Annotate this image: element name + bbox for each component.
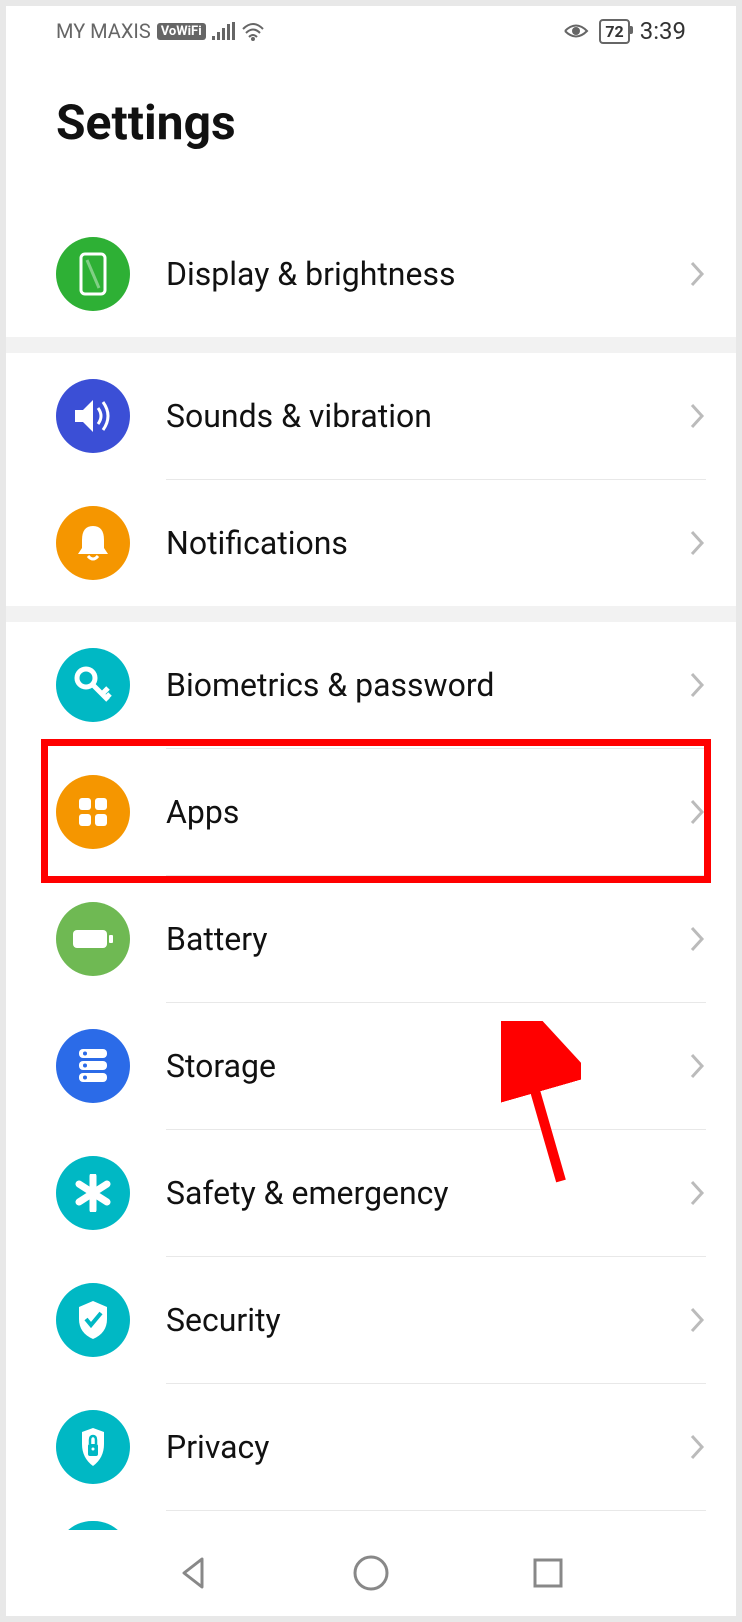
settings-item-label: Security [166,1301,688,1339]
chevron-right-icon [688,797,706,827]
shield-icon [56,1283,130,1357]
chevron-right-icon [688,1305,706,1335]
settings-item-label: Biometrics & password [166,666,688,704]
chevron-right-icon [688,924,706,954]
settings-group: Sounds & vibration Notifications [6,353,736,606]
chevron-right-icon [688,401,706,431]
nav-home-button[interactable] [347,1549,395,1597]
clock-label: 3:39 [640,17,686,45]
settings-item-safety[interactable]: Safety & emergency [6,1130,736,1256]
battery-icon [56,902,130,976]
chevron-right-icon [688,670,706,700]
grid-icon [56,775,130,849]
bell-icon [56,506,130,580]
settings-item-label: Sounds & vibration [166,397,688,435]
settings-item-battery[interactable]: Battery [6,876,736,1002]
chevron-right-icon [688,1432,706,1462]
settings-item-security[interactable]: Security [6,1257,736,1383]
settings-item-label: Storage [166,1047,688,1085]
settings-item-notifications[interactable]: Notifications [6,480,736,606]
status-bar: MY MAXIS VoWiFi 72 3:39 [6,6,736,56]
settings-group: Biometrics & password Apps [6,622,736,1530]
settings-item-sounds[interactable]: Sounds & vibration [6,353,736,479]
asterisk-icon [56,1156,130,1230]
vowifi-badge: VoWiFi [157,23,206,40]
settings-item-label: Battery [166,920,688,958]
settings-item-storage[interactable]: Storage [6,1003,736,1129]
signal-icon [212,22,235,40]
speaker-icon [56,379,130,453]
page-title: Settings [6,56,736,211]
settings-item-display[interactable]: Display & brightness [6,211,736,337]
settings-item-label: Notifications [166,524,688,562]
settings-item-privacy[interactable]: Privacy [6,1384,736,1510]
settings-item-label: Privacy [166,1428,688,1466]
settings-item-label: Apps [166,793,688,831]
settings-item-apps[interactable]: Apps [6,749,736,875]
settings-list[interactable]: Display & brightness Sounds & vibration [6,211,736,1530]
chevron-right-icon [688,259,706,289]
carrier-label: MY MAXIS [56,19,151,43]
nav-back-button[interactable] [170,1549,218,1597]
eye-icon [563,22,589,40]
navigation-bar [6,1530,736,1616]
wifi-icon [241,21,265,41]
settings-item-label: Safety & emergency [166,1174,688,1212]
settings-item-biometrics[interactable]: Biometrics & password [6,622,736,748]
settings-item-label: Display & brightness [166,255,688,293]
phone-icon [56,237,130,311]
storage-icon [56,1029,130,1103]
lock-icon [56,1410,130,1484]
battery-indicator: 72 [599,19,629,44]
chevron-right-icon [688,1051,706,1081]
settings-group: Display & brightness [6,211,736,337]
chevron-right-icon [688,528,706,558]
partial-icon [56,1521,130,1530]
key-icon [56,648,130,722]
chevron-right-icon [688,1178,706,1208]
nav-recent-button[interactable] [524,1549,572,1597]
settings-item-partial[interactable] [6,1511,736,1530]
